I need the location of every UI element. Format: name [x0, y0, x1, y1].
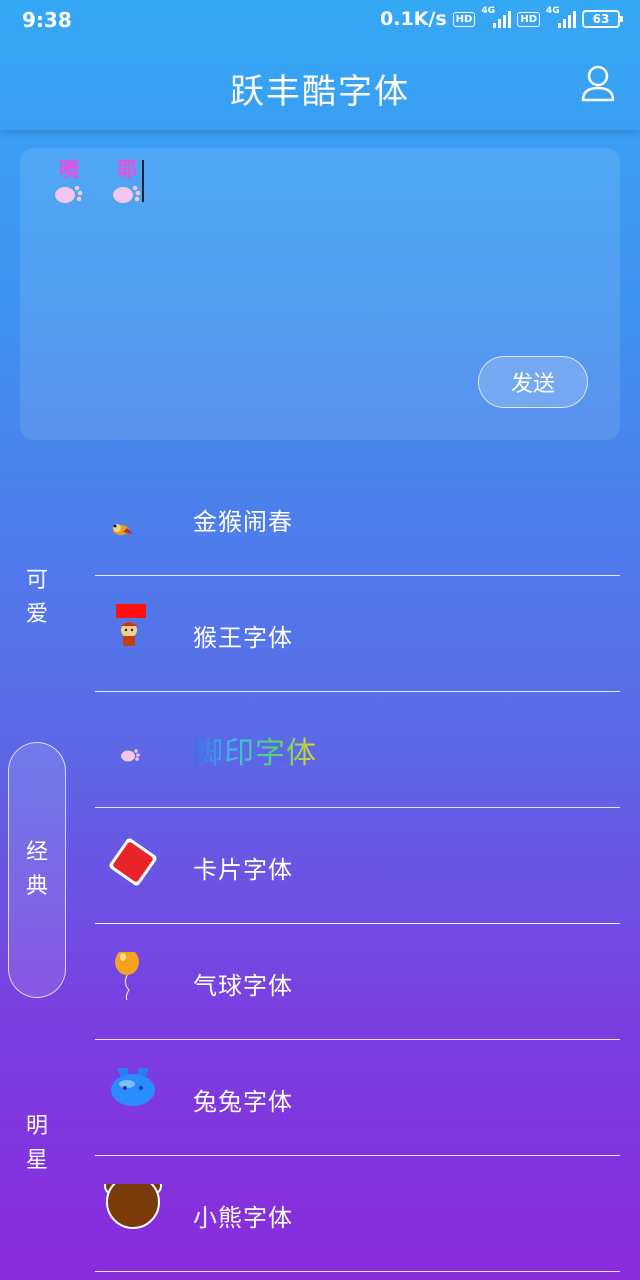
font-item-bunny[interactable]: 兔兔字体	[95, 1040, 620, 1156]
user-icon[interactable]	[580, 64, 616, 104]
paw-print-icon	[112, 182, 142, 203]
hd-badge-2: HD	[517, 11, 540, 27]
balloon-icon	[103, 949, 163, 1012]
battery-level: 63	[592, 12, 610, 26]
signal-icon: 4G	[481, 6, 512, 28]
app-header: 跃丰酷字体	[0, 40, 640, 130]
char-text: 耶	[117, 157, 137, 181]
tab-label: 星	[25, 1148, 48, 1173]
tab-label: 明	[25, 1114, 48, 1139]
tab-label: 典	[25, 874, 48, 899]
tab-label: 经	[25, 840, 48, 865]
status-bar: 9:38 0.1K/s HD 4G HD 4G 63	[0, 0, 640, 40]
bunny-icon	[103, 1058, 163, 1128]
tab-classic[interactable]: 经 典	[8, 742, 66, 998]
monkey-king-icon	[103, 596, 163, 664]
tab-label: 爱	[25, 602, 48, 627]
styled-char: 噢	[50, 156, 88, 203]
font-item-golden-monkey[interactable]: 金猴闹春	[95, 460, 620, 576]
char-text: 噢	[59, 157, 79, 181]
status-indicators: 0.1K/s HD 4G HD 4G 63	[380, 6, 623, 30]
font-item-monkey-king[interactable]: 猴王字体	[95, 576, 620, 692]
monkey-flying-icon	[103, 488, 163, 548]
network-type-2: 4G	[546, 6, 560, 16]
bear-icon	[103, 1175, 163, 1244]
font-label: 猴王字体	[193, 624, 293, 652]
text-caret	[142, 160, 144, 202]
network-speed: 0.1K/s	[380, 8, 447, 30]
status-time: 9:38	[22, 8, 72, 32]
hd-badge: HD	[452, 11, 476, 27]
font-label: 小熊字体	[193, 1204, 293, 1232]
font-item-balloon[interactable]: 气球字体	[95, 924, 620, 1040]
font-list: 金猴闹春 猴王字体 脚印字体 卡片字体 气球字体 兔兔字体 小熊字体	[95, 460, 620, 1272]
font-item-bear[interactable]: 小熊字体	[95, 1156, 620, 1272]
font-label: 卡片字体	[193, 856, 293, 884]
text-editor[interactable]: 噢 耶 发送	[20, 148, 620, 440]
font-label: 兔兔字体	[193, 1088, 293, 1116]
red-card-icon	[103, 836, 163, 896]
battery-icon: 63	[582, 10, 623, 28]
styled-char: 耶	[108, 156, 146, 203]
font-label: 脚印字体	[193, 728, 317, 772]
page-title: 跃丰酷字体	[230, 72, 410, 112]
paw-print-icon	[103, 720, 163, 780]
network-type: 4G	[481, 6, 495, 16]
font-item-footprint[interactable]: 脚印字体	[95, 692, 620, 808]
font-item-card[interactable]: 卡片字体	[95, 808, 620, 924]
signal-icon-2: 4G	[546, 6, 576, 28]
tab-cute[interactable]: 可 爱	[8, 564, 66, 634]
editor-content: 噢 耶	[50, 156, 146, 203]
tab-label: 可	[25, 568, 48, 593]
tab-star[interactable]: 明 星	[8, 1110, 66, 1180]
paw-print-icon	[54, 182, 84, 203]
send-button[interactable]: 发送	[478, 356, 588, 408]
font-label: 金猴闹春	[193, 508, 293, 536]
font-label: 气球字体	[193, 972, 293, 1000]
